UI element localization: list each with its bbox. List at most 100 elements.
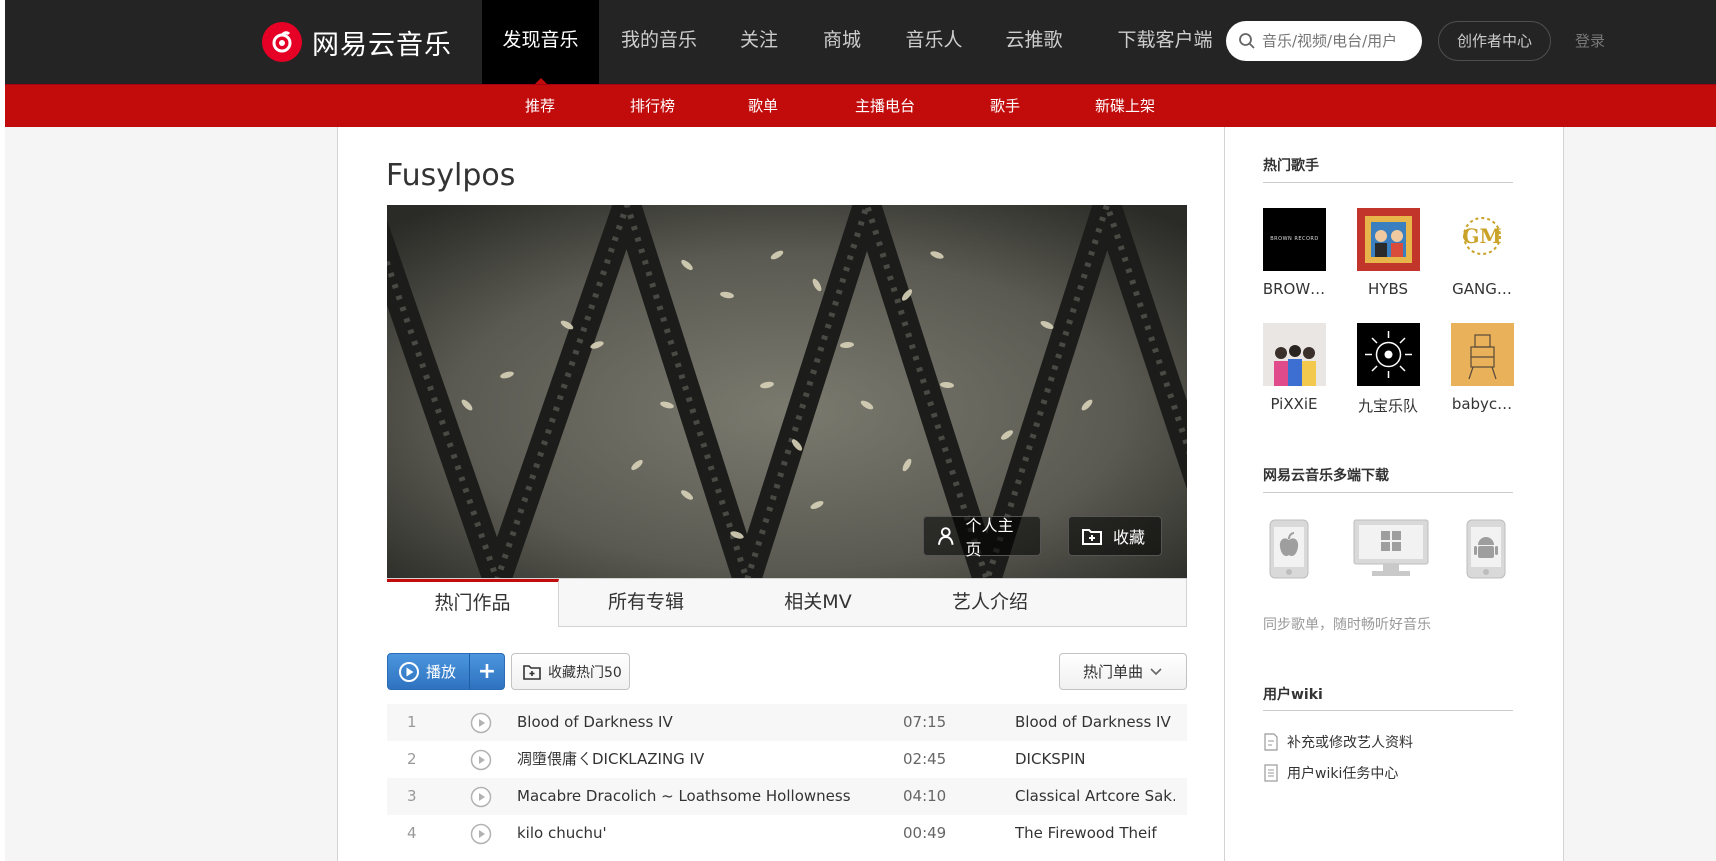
section-divider [1263, 492, 1513, 493]
table-row[interactable]: 2 凋墮偎庸ㄑDICKLAZING IV 02:45 DICKSPIN [387, 741, 1187, 778]
song-duration: 02:45 [903, 750, 947, 768]
singer-avatar[interactable]: GM [1451, 208, 1514, 271]
frame-border [1563, 127, 1564, 861]
song-album[interactable]: Classical Artcore Sak… [1015, 778, 1175, 815]
search-box[interactable] [1226, 21, 1422, 61]
download-title: 网易云音乐多端下载 [1263, 468, 1389, 484]
tab-hot-works[interactable]: 热门作品 [387, 579, 559, 627]
table-row[interactable]: 4 kilo chuchu' 00:49 The Firewood Theif [387, 815, 1187, 852]
brown-record-logo: BROWN RECORD [1270, 236, 1319, 242]
wiki-edit-artist-link[interactable]: 补充或修改艺人资料 [1263, 732, 1413, 752]
subnav-new-albums[interactable]: 新碟上架 [1095, 95, 1155, 116]
download-description: 同步歌单，随时畅听好音乐 [1263, 617, 1431, 633]
wiki-item-label: 补充或修改艺人资料 [1287, 735, 1413, 751]
singer-name[interactable]: BROW… [1254, 280, 1334, 298]
folder-add-icon [523, 664, 541, 680]
nav-label: 我的音乐 [620, 29, 697, 51]
singer-avatar[interactable] [1357, 208, 1420, 271]
logo-text: 网易云音乐 [312, 29, 452, 61]
nav-musician[interactable]: 音乐人 [892, 0, 976, 84]
right-gutter [1563, 127, 1716, 861]
singer-name[interactable]: HYBS [1348, 280, 1428, 298]
edit-document-icon [1264, 733, 1278, 751]
nav-store[interactable]: 商城 [808, 0, 876, 84]
nav-label: 关注 [739, 29, 778, 51]
netease-music-logo[interactable]: 网易云音乐 [262, 22, 452, 62]
play-all-button[interactable]: 播放 + [387, 653, 505, 690]
pc-download-icon[interactable] [1352, 518, 1430, 582]
sort-label: 热门单曲 [1082, 663, 1143, 681]
play-song-icon[interactable] [470, 704, 492, 741]
play-song-icon[interactable] [470, 778, 492, 815]
song-index: 4 [407, 824, 417, 842]
artist-banner-image [387, 205, 1187, 580]
artist-homepage-button[interactable]: 个人主页 [923, 516, 1041, 559]
tab-artist-intro[interactable]: 艺人介绍 [904, 579, 1076, 626]
song-album[interactable]: The Firewood Theif [1015, 815, 1175, 852]
artist-name: Fusylpos [386, 158, 516, 193]
ios-download-icon[interactable] [1268, 518, 1310, 584]
song-title[interactable]: Blood of Darkness IV [517, 704, 887, 741]
song-index: 3 [407, 787, 417, 805]
login-link[interactable]: 登录 [1575, 30, 1605, 51]
document-icon [1264, 764, 1278, 782]
subnav-singers[interactable]: 歌手 [990, 95, 1020, 116]
artist-collect-button[interactable]: 收藏 [1068, 516, 1162, 556]
netease-logo-icon [262, 22, 302, 62]
subnav-charts[interactable]: 排行榜 [630, 95, 675, 116]
play-circle-icon [399, 661, 419, 682]
nav-label: 商城 [822, 29, 861, 51]
frame-border [337, 127, 338, 861]
collect-top50-label: 收藏热门50 [548, 664, 622, 681]
wiki-task-center-link[interactable]: 用户wiki任务中心 [1263, 763, 1398, 783]
play-song-icon[interactable] [470, 741, 492, 778]
song-title[interactable]: 凋墮偎庸ㄑDICKLAZING IV [517, 741, 887, 778]
song-index: 1 [407, 713, 417, 731]
android-download-icon[interactable] [1465, 518, 1507, 584]
wiki-title: 用户wiki [1263, 687, 1323, 703]
play-song-icon[interactable] [470, 815, 492, 852]
nav-label: 音乐人 [905, 29, 963, 51]
table-row[interactable]: 3 Macabre Dracolich ~ Loathsome Hollowne… [387, 778, 1187, 815]
nav-download-client[interactable]: 下载客户端 [1101, 0, 1229, 84]
song-duration: 00:49 [903, 824, 947, 842]
nav-discover-music[interactable]: 发现音乐 [482, 0, 599, 84]
singer-name[interactable]: 九宝乐队 [1348, 395, 1428, 416]
user-icon [937, 527, 954, 545]
singer-name[interactable]: babyc… [1442, 395, 1522, 413]
creator-center-button[interactable]: 创作者中心 [1438, 21, 1551, 61]
singer-name[interactable]: GANG… [1442, 280, 1522, 298]
section-divider [1263, 182, 1513, 183]
nav-cloud-promote[interactable]: 云推歌 [994, 0, 1074, 84]
nav-label: 云推歌 [1005, 29, 1063, 51]
song-duration: 07:15 [903, 713, 947, 731]
singer-avatar[interactable]: BROWN RECORD [1263, 208, 1326, 271]
collect-top50-button[interactable]: 收藏热门50 [511, 653, 630, 690]
subnav-recommend[interactable]: 推荐 [525, 95, 555, 116]
singer-avatar[interactable] [1357, 323, 1420, 386]
song-album[interactable]: Blood of Darkness IV [1015, 704, 1175, 741]
sort-dropdown[interactable]: 热门单曲 [1059, 653, 1187, 690]
song-duration: 04:10 [903, 787, 947, 805]
svg-text:GM: GM [1462, 224, 1501, 248]
tab-related-mv[interactable]: 相关MV [732, 579, 904, 626]
subnav-radio[interactable]: 主播电台 [855, 95, 915, 116]
song-title[interactable]: kilo chuchu' [517, 815, 887, 852]
song-index: 2 [407, 750, 417, 768]
singer-name[interactable]: PiXXiE [1254, 395, 1334, 413]
left-gutter [5, 127, 338, 861]
add-to-playlist-icon[interactable]: + [470, 659, 504, 684]
song-title[interactable]: Macabre Dracolich ~ Loathsome Hollowness [517, 778, 887, 815]
play-label: 播放 [426, 663, 457, 681]
search-input[interactable] [1262, 32, 1412, 50]
collect-label: 收藏 [1113, 528, 1146, 547]
chevron-down-icon [1150, 667, 1162, 675]
singer-avatar[interactable] [1263, 323, 1326, 386]
subnav-playlists[interactable]: 歌单 [748, 95, 778, 116]
song-album[interactable]: DICKSPIN [1015, 741, 1175, 778]
table-row[interactable]: 1 Blood of Darkness IV 07:15 Blood of Da… [387, 704, 1187, 741]
nav-my-music[interactable]: 我的音乐 [605, 0, 713, 84]
singer-avatar[interactable] [1451, 323, 1514, 386]
nav-follow[interactable]: 关注 [725, 0, 793, 84]
tab-all-albums[interactable]: 所有专辑 [560, 579, 732, 626]
